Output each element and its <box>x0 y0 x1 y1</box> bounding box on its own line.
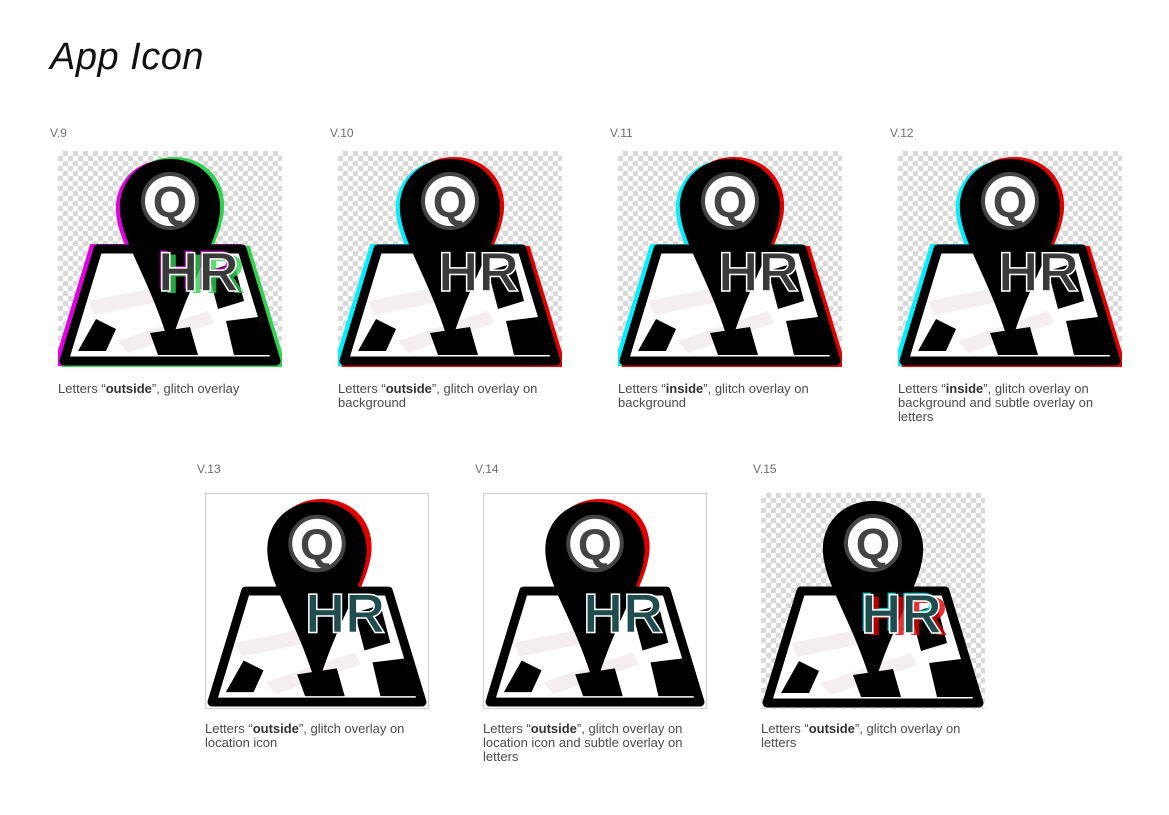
variant-caption: Letters “outside”, glitch overlay on let… <box>761 721 961 750</box>
app-icon-v11: Q HR <box>618 151 842 367</box>
variant-label: V.9 <box>50 126 67 140</box>
svg-text:Q: Q <box>300 521 334 569</box>
svg-text:HR: HR <box>718 240 799 303</box>
svg-text:HR: HR <box>583 583 663 645</box>
svg-text:HR: HR <box>305 583 385 645</box>
variant-caption: Letters “inside”, glitch overlay on back… <box>618 381 809 410</box>
map-pin-icon-artwork: HRHRQHR <box>762 501 984 708</box>
app-icon-v14: Q HR <box>483 493 707 709</box>
variant-caption: Letters “outside”, glitch overlay <box>58 381 240 396</box>
svg-text:Q: Q <box>993 178 1027 227</box>
svg-text:HR: HR <box>861 582 942 645</box>
page-title: App Icon <box>50 36 204 78</box>
svg-text:Q: Q <box>578 521 612 569</box>
svg-text:Q: Q <box>856 520 890 569</box>
app-icon-v15: HR HR Q HR <box>761 493 985 709</box>
variant-label: V.15 <box>753 462 777 476</box>
variant-caption: Letters “outside”, glitch overlay on bac… <box>338 381 538 410</box>
variant-label: V.10 <box>330 126 354 140</box>
variant-caption: Letters “inside”, glitch overlay on back… <box>898 381 1094 424</box>
svg-text:HR: HR <box>158 240 239 303</box>
variant-caption: Letters “outside”, glitch overlay on loc… <box>205 721 405 750</box>
variant-label: V.14 <box>475 462 499 476</box>
map-pin-icon-artwork: Q HR <box>485 498 705 707</box>
svg-text:Q: Q <box>153 178 187 227</box>
app-icon-v12: Q HR <box>898 151 1122 367</box>
map-pin-icon-artwork: Q HR <box>618 157 842 367</box>
variant-caption: Letters “outside”, glitch overlay on loc… <box>483 721 683 764</box>
variant-label: V.13 <box>197 462 221 476</box>
map-pin-icon-artwork: Q HR <box>207 498 427 707</box>
map-pin-icon-artwork: HRHRQHR <box>58 157 282 367</box>
svg-text:Q: Q <box>713 178 747 227</box>
app-icon-v13: Q HR <box>205 493 429 709</box>
app-icon-v9: HR HR Q HR <box>58 151 282 367</box>
variant-label: V.12 <box>890 126 914 140</box>
variant-label: V.11 <box>610 126 633 140</box>
map-pin-icon-artwork: Q HR <box>898 157 1122 367</box>
app-icon-v10: Q HR <box>338 151 562 367</box>
svg-text:HR: HR <box>438 240 519 303</box>
svg-text:HR: HR <box>998 240 1079 303</box>
svg-text:Q: Q <box>433 178 467 227</box>
map-pin-icon-artwork: Q HR <box>338 157 562 367</box>
